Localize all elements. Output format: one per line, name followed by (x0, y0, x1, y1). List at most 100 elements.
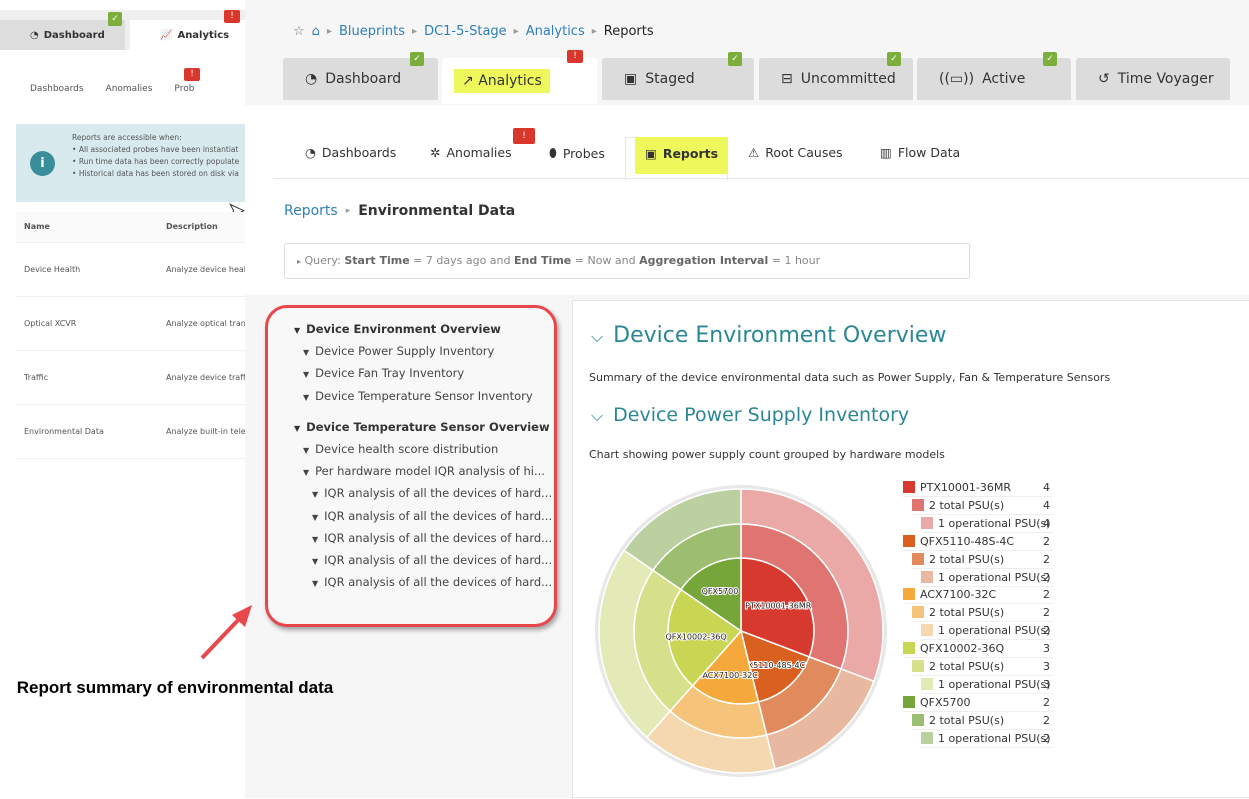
ok-badge-icon: ✓ (410, 52, 424, 66)
star-icon[interactable]: ☆ (293, 24, 305, 39)
legend-swatch (921, 570, 933, 583)
outline-item[interactable]: ▼ IQR analysis of all the devices of hard… (312, 509, 552, 523)
breadcrumb-blueprint[interactable]: DC1-5-Stage (424, 24, 507, 39)
caret-down-icon: ▼ (294, 423, 301, 433)
breadcrumb-blueprints[interactable]: Blueprints (339, 24, 405, 39)
history-icon: ↺ (1098, 71, 1110, 87)
anomaly-icon: ✲ (430, 145, 441, 160)
dashboard-icon: ◔ (305, 145, 316, 160)
section-title[interactable]: ⌵ Device Power Supply Inventory (591, 404, 909, 426)
subtab-anomalies[interactable]: ✲ Anomalies (430, 145, 512, 160)
legend-item[interactable]: QFX5110-48S-4C 2 (903, 534, 1050, 548)
divider (912, 621, 1053, 623)
legend-swatch (921, 624, 933, 637)
legend-item[interactable]: 2 total PSU(s) 2 (912, 606, 1050, 619)
info-icon: i (30, 151, 55, 176)
divider (903, 496, 1053, 497)
divider (903, 657, 1053, 659)
subtab-reports[interactable]: ▣ Reports (635, 137, 729, 174)
outline-item[interactable]: ▼ Device Fan Tray Inventory (303, 366, 464, 380)
tab-time-voyager[interactable]: ↺ Time Voyager (1076, 58, 1230, 100)
legend-swatch (912, 713, 924, 726)
subtab-root-causes[interactable]: ⚠ Root Causes (748, 145, 843, 160)
section-description: Summary of the device environmental data… (589, 371, 1111, 384)
divider (273, 178, 1249, 179)
divider (903, 549, 1053, 551)
caret-down-icon: ▼ (294, 326, 301, 335)
divider (912, 567, 1053, 569)
divider (921, 639, 1053, 641)
legend-swatch (921, 731, 933, 744)
legend-item[interactable]: QFX5700 2 (903, 695, 1050, 709)
legend-swatch (912, 660, 924, 672)
bg-tab-bar: ◔ Dashboard ✓ 📈 Analytics ! (0, 10, 245, 50)
document-icon: ▣ (624, 71, 638, 87)
breadcrumb: ☆ ⌂ ▸ Blueprints ▸ DC1-5-Stage ▸ Analyti… (293, 24, 654, 39)
outline-item[interactable]: ▼ Per hardware model IQR analysis of hi..… (303, 464, 545, 478)
breadcrumb-analytics[interactable]: Analytics (526, 24, 585, 39)
breadcrumb-reports[interactable]: Reports (284, 203, 338, 219)
caret-down-icon: ▼ (303, 370, 310, 380)
legend-swatch (912, 498, 924, 511)
outline-item[interactable]: ▼ IQR analysis of all the devices of hard… (312, 575, 552, 589)
warning-badge-icon: ! (184, 68, 200, 81)
probe-icon: ⬮ (549, 145, 557, 160)
caret-down-icon: ▼ (312, 579, 319, 589)
legend-item[interactable]: 1 operational PSU(s) 4 (921, 516, 1051, 530)
subtab-dashboards[interactable]: ◔ Dashboards (305, 145, 396, 160)
outline-item[interactable]: ▼ IQR analysis of all the devices of hard… (312, 553, 552, 567)
divider (912, 513, 1053, 515)
caret-down-icon: ▼ (303, 348, 310, 358)
outline-item[interactable]: ▼ Device Temperature Sensor Overview (294, 420, 550, 434)
outline-item[interactable]: ▼ Device Power Supply Inventory (303, 344, 494, 358)
ok-badge-icon: ✓ (728, 52, 742, 66)
report-icon: ▣ (645, 146, 657, 161)
legend-item[interactable]: 2 total PSU(s) 2 (912, 713, 1050, 727)
divider (921, 585, 1053, 587)
table-row[interactable]: Device Health Analyze device heal (16, 242, 246, 297)
legend-item[interactable]: 2 total PSU(s) 2 (912, 552, 1050, 566)
ok-badge-icon: ✓ (887, 52, 901, 66)
reports-table: Name Description Device Health Analyze dev… (16, 212, 246, 459)
legend-swatch (921, 516, 933, 529)
outline-item[interactable]: ▼ Device Environment Overview (294, 322, 501, 336)
legend-item[interactable]: ACX7100-32C 2 (903, 588, 1050, 601)
outline-item[interactable]: ▼ IQR analysis of all the devices of hard… (312, 531, 552, 545)
home-icon[interactable]: ⌂ (312, 24, 320, 39)
legend-item[interactable]: PTX10001-36MR 4 (903, 481, 1050, 494)
slice-label: PTX10001-36MR (745, 601, 812, 610)
legend-swatch (912, 552, 924, 565)
divider (912, 675, 1053, 676)
legend-item[interactable]: 2 total PSU(s) 4 (912, 498, 1050, 512)
table-row[interactable]: Traffic Analyze device traff (16, 350, 246, 405)
divider (912, 728, 1053, 730)
info-box: i Reports are accessible when: • All ass… (16, 124, 246, 202)
legend-item[interactable]: 1 operational PSU(s) 3 (921, 677, 1051, 691)
legend-item[interactable]: 1 operational PSU(s) 2 (921, 570, 1051, 584)
legend-item[interactable]: 2 total PSU(s) 3 (912, 660, 1050, 673)
flow-chart-icon: ▥ (880, 145, 892, 160)
outline-item[interactable]: ▼ Device health score distribution (303, 442, 498, 456)
sunburst-chart: PTX10001-36MRQFX5110-48S-4CACX7100-32CQF… (595, 485, 887, 777)
legend-item[interactable]: 1 operational PSU(s) 2 (921, 731, 1051, 745)
table-row[interactable]: Optical XCVR Analyze optical tran (16, 296, 246, 351)
caret-right-icon: ▸ (297, 257, 302, 266)
legend-item[interactable]: QFX10002-36Q 3 (903, 642, 1050, 655)
annotation-arrow (200, 605, 252, 660)
warning-badge-icon: ! (224, 10, 240, 23)
legend-item[interactable]: 1 operational PSU(s) 2 (921, 624, 1051, 637)
tab-analytics[interactable]: ↗ Analytics (442, 58, 597, 104)
outline-item[interactable]: ▼ Device Temperature Sensor Inventory (303, 389, 533, 403)
legend-swatch (903, 588, 915, 601)
outline-item[interactable]: ▼ IQR analysis of all the devices of hard… (312, 486, 552, 500)
legend-swatch (903, 534, 915, 547)
section-title[interactable]: ⌵ Device Environment Overview (591, 323, 946, 348)
subtab-flow-data[interactable]: ▥ Flow Data (880, 145, 960, 160)
query-expander[interactable]: ▸ Query: Start Time = 7 days ago and End… (284, 243, 970, 279)
slice-label: ACX7100-32C (702, 671, 758, 680)
table-row[interactable]: Environmental Data Analyze built-in tele (16, 404, 246, 459)
chart-description: Chart showing power supply count grouped… (589, 448, 945, 461)
report-content: ⌵ Device Environment Overview Summary of … (572, 300, 1249, 798)
subtab-probes[interactable]: ⬮ Probes (549, 145, 605, 161)
caret-down-icon: ▼ (303, 392, 310, 402)
